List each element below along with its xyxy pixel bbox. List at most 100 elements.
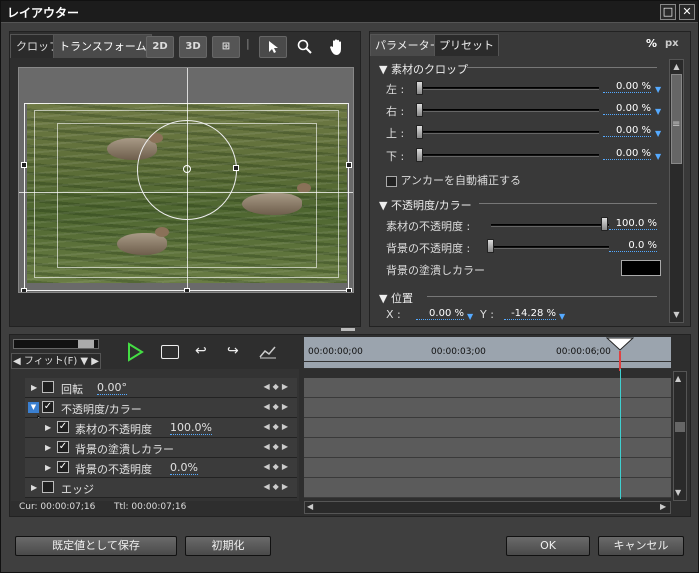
timeline-lane[interactable] — [304, 458, 671, 478]
resize-handle[interactable] — [184, 288, 190, 292]
track-checkbox[interactable]: ✓ — [42, 401, 54, 413]
cancel-button[interactable]: キャンセル — [598, 536, 684, 556]
expand-triangle-icon[interactable]: ▶ — [31, 483, 37, 492]
crop-top-knob[interactable] — [416, 125, 423, 139]
track-value[interactable]: 0.00° — [97, 381, 127, 395]
material-opacity-slider[interactable] — [491, 224, 609, 227]
grid-icon[interactable]: ⊞ — [212, 36, 240, 58]
background-opacity-knob[interactable] — [487, 239, 494, 253]
zoom-slider[interactable] — [13, 339, 99, 349]
timeline-lane[interactable] — [304, 438, 671, 458]
mode-2d-button[interactable]: 2D — [146, 36, 174, 58]
keyframe-nav-icon[interactable]: ◀◆▶ — [264, 402, 291, 411]
crop-right-slider[interactable] — [419, 109, 599, 112]
material-opacity-knob[interactable] — [601, 217, 608, 231]
crop-left-slider[interactable] — [419, 87, 599, 90]
close-button[interactable]: ✕ — [679, 4, 695, 20]
chevron-down-icon[interactable]: ▼ — [559, 313, 567, 321]
anchor-auto-correct-checkbox[interactable]: アンカーを自動補正する — [386, 172, 521, 188]
resize-handle[interactable] — [21, 288, 27, 292]
keyframe-nav-icon[interactable]: ◀◆▶ — [264, 482, 291, 491]
maximize-button[interactable]: □ — [660, 4, 676, 20]
material-opacity-value[interactable]: 100.0 % — [609, 218, 657, 230]
track-row-edge[interactable]: ▶ エッジ ◀◆▶ — [25, 478, 297, 498]
crop-bottom-knob[interactable] — [416, 148, 423, 162]
select-arrow-icon[interactable] — [259, 36, 287, 58]
ok-button[interactable]: OK — [506, 536, 590, 556]
timeline-hscroll[interactable]: ◀ ▶ — [304, 501, 671, 514]
scroll-up-icon[interactable]: ▲ — [675, 374, 681, 383]
expand-triangle-icon[interactable]: ▶ — [31, 383, 37, 392]
track-checkbox[interactable]: ✓ — [57, 461, 69, 473]
track-row-material-opacity[interactable]: ▶ ✓ 素材の不透明度 100.0% ◀◆▶ — [25, 418, 297, 438]
scroll-down-icon[interactable]: ▼ — [671, 310, 682, 320]
tab-presets[interactable]: プリセット — [434, 34, 499, 56]
timeline-lane[interactable] — [304, 378, 671, 398]
scroll-thumb[interactable] — [675, 422, 685, 432]
crop-left-value[interactable]: 0.00 % — [603, 81, 651, 93]
position-x-value[interactable]: 0.00 % — [416, 308, 464, 320]
resize-handle[interactable] — [346, 162, 352, 168]
track-checkbox[interactable]: ✓ — [57, 421, 69, 433]
unit-percent-toggle[interactable]: % — [646, 37, 657, 50]
resize-handle[interactable] — [21, 162, 27, 168]
expand-triangle-icon[interactable]: ▶ — [45, 423, 51, 432]
fill-color-swatch[interactable] — [621, 260, 661, 276]
chevron-down-icon[interactable]: ▼ — [467, 313, 475, 321]
reset-button[interactable]: 初期化 — [185, 536, 271, 556]
crop-top-value[interactable]: 0.00 % — [603, 125, 651, 137]
fit-dropdown[interactable]: ◀ フィット(F) ▼ ▶ — [11, 353, 101, 369]
position-y-value[interactable]: -14.28 % — [504, 308, 556, 320]
redo-icon[interactable]: ↪ — [227, 343, 239, 359]
expand-triangle-icon[interactable]: ▶ — [45, 443, 51, 452]
track-checkbox[interactable] — [42, 381, 54, 393]
chevron-down-icon[interactable]: ▼ — [655, 108, 663, 116]
anchor-point[interactable] — [183, 165, 191, 173]
crop-right-knob[interactable] — [416, 103, 423, 117]
collapse-triangle-icon[interactable]: ▼ — [28, 402, 39, 413]
checkbox[interactable] — [386, 175, 397, 187]
timeline-lane[interactable] — [304, 478, 671, 498]
keyframe-nav-icon[interactable]: ◀◆▶ — [264, 462, 291, 471]
hand-icon[interactable] — [329, 38, 345, 59]
track-row-fill-color[interactable]: ▶ ✓ 背景の塗潰しカラー ◀◆▶ — [25, 438, 297, 458]
track-row-opacity-color[interactable]: ▼ ✓ 不透明度/カラー ◀◆▶ — [25, 398, 297, 418]
crop-left-knob[interactable] — [416, 81, 423, 95]
chevron-down-icon[interactable]: ▼ — [655, 86, 663, 94]
crop-section-header[interactable]: ▼ 素材のクロップ — [379, 61, 664, 77]
save-default-button[interactable]: 既定値として保存 — [15, 536, 177, 556]
crop-bottom-slider[interactable] — [419, 154, 599, 157]
add-keyframe-icon[interactable] — [161, 345, 179, 359]
track-checkbox[interactable] — [42, 481, 54, 493]
scroll-left-icon[interactable]: ◀ — [307, 502, 313, 511]
track-checkbox[interactable]: ✓ — [57, 441, 69, 453]
background-opacity-slider[interactable] — [491, 246, 609, 249]
keyframe-nav-icon[interactable]: ◀◆▶ — [264, 382, 291, 391]
resize-handle[interactable] — [233, 165, 239, 171]
expand-triangle-icon[interactable]: ▶ — [45, 463, 51, 472]
zoom-icon[interactable] — [297, 39, 313, 58]
track-row-rotation[interactable]: ▶ 回転 0.00° ◀◆▶ — [25, 378, 297, 398]
track-value[interactable]: 100.0% — [170, 421, 212, 435]
parameter-scrollbar[interactable]: ▲ ▼ — [669, 59, 684, 323]
mode-3d-button[interactable]: 3D — [179, 36, 207, 58]
crop-top-slider[interactable] — [419, 131, 599, 134]
zoom-slider-knob[interactable] — [78, 340, 94, 348]
splitter-handle[interactable] — [341, 328, 355, 331]
undo-icon[interactable]: ↩ — [195, 343, 207, 359]
scroll-down-icon[interactable]: ▼ — [675, 488, 681, 497]
tab-transform[interactable]: トランスフォーム — [53, 34, 153, 58]
unit-px-toggle[interactable]: px — [665, 38, 679, 49]
crop-bottom-value[interactable]: 0.00 % — [603, 148, 651, 160]
keyframe-nav-icon[interactable]: ◀◆▶ — [264, 422, 291, 431]
opacity-section-header[interactable]: ▼ 不透明度/カラー — [379, 197, 664, 213]
crop-right-value[interactable]: 0.00 % — [603, 103, 651, 115]
track-value[interactable]: 0.0% — [170, 461, 198, 475]
scroll-right-icon[interactable]: ▶ — [660, 502, 666, 511]
resize-handle[interactable] — [346, 288, 352, 292]
menu-lines-icon[interactable]: ≡ — [672, 119, 680, 130]
keyframe-nav-icon[interactable]: ◀◆▶ — [264, 442, 291, 451]
background-opacity-value[interactable]: 0.0 % — [609, 240, 657, 252]
timeline-lane[interactable] — [304, 398, 671, 418]
track-row-background-opacity[interactable]: ▶ ✓ 背景の不透明度 0.0% ◀◆▶ — [25, 458, 297, 478]
